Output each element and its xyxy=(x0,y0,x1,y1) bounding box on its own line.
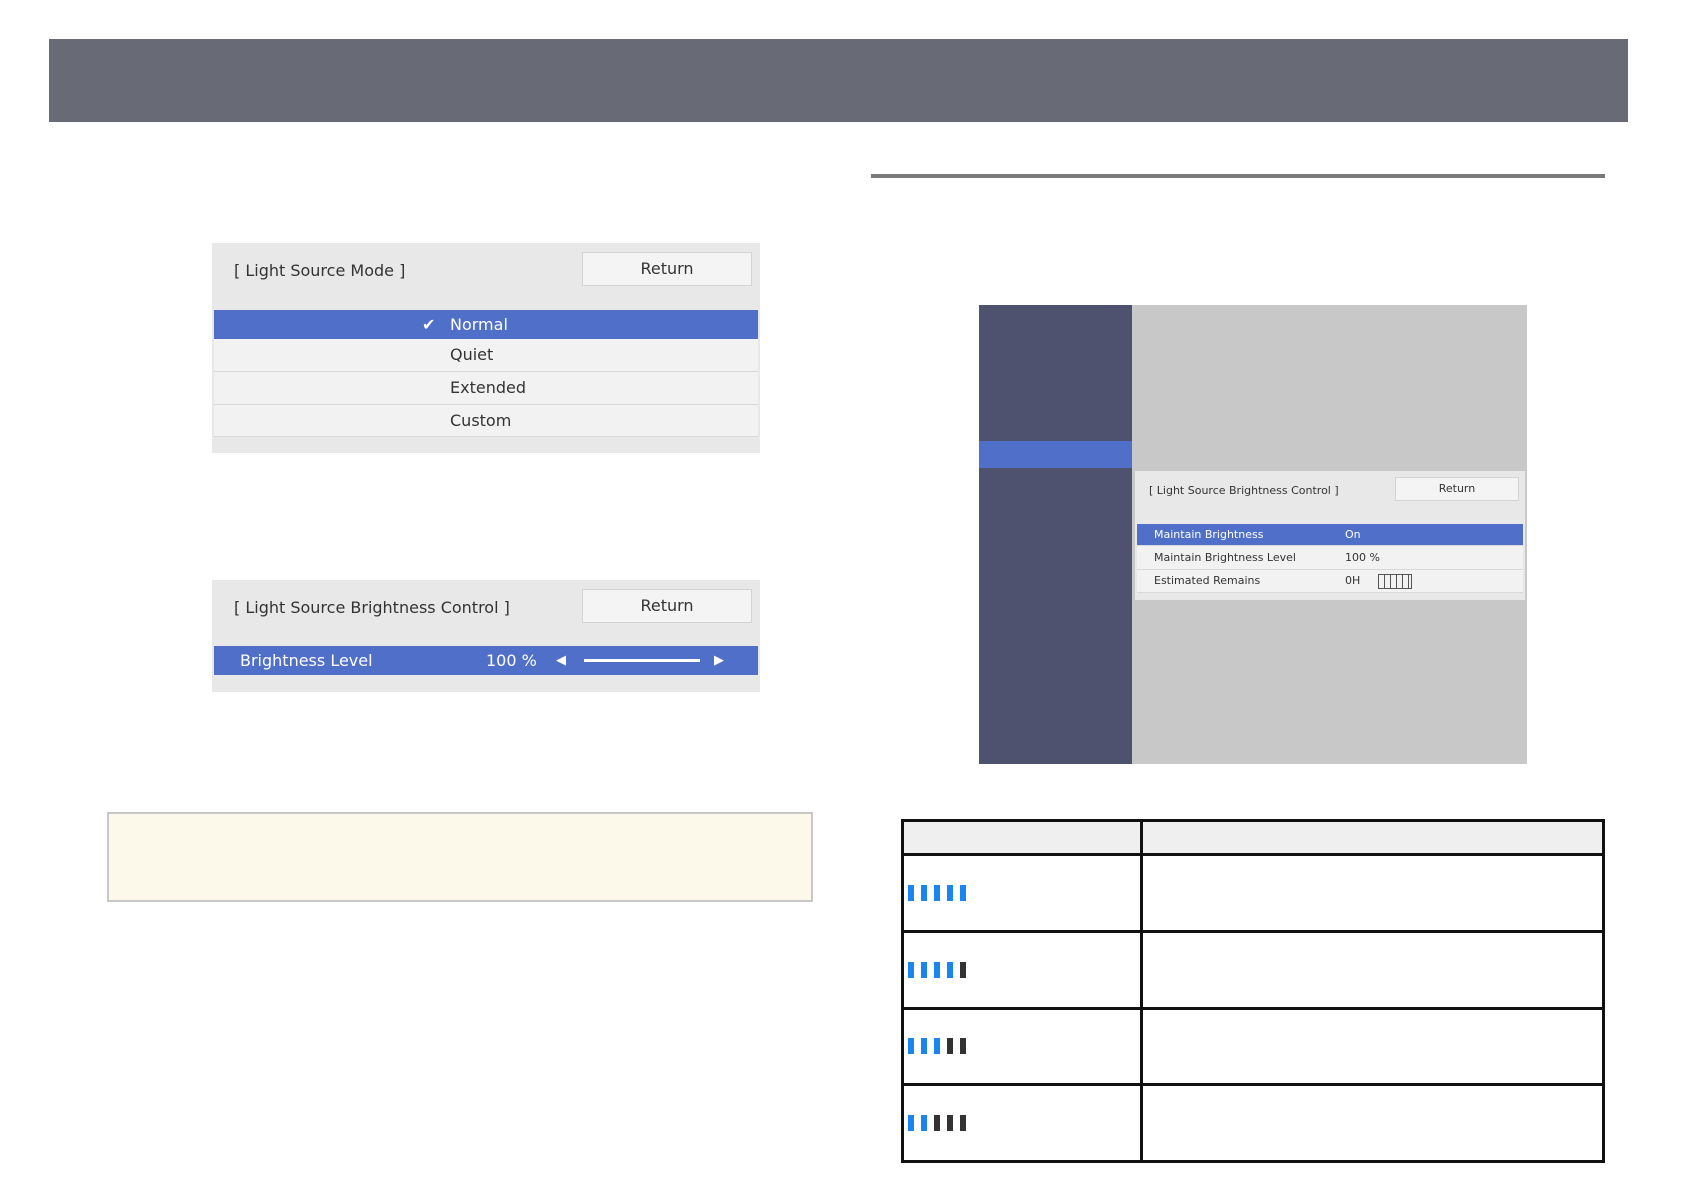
bar-segment xyxy=(960,1115,966,1132)
bar-segment xyxy=(934,1115,940,1132)
brightness-level-row[interactable]: Brightness Level 100 % ◀ ▶ xyxy=(214,646,758,675)
brightness-value: 100 % xyxy=(486,651,537,670)
bar-segment xyxy=(947,885,953,902)
indicator-cell xyxy=(901,929,1143,1010)
bar-segment xyxy=(921,885,927,902)
bar-segment xyxy=(908,1038,914,1055)
remains-bars-icon xyxy=(908,1115,1140,1132)
option-label: Quiet xyxy=(450,345,494,364)
arrow-right-icon[interactable]: ▶ xyxy=(714,646,724,675)
bar-segment xyxy=(908,1115,914,1132)
panel-title: [ Light Source Mode ] xyxy=(234,261,406,280)
maintain-brightness-row[interactable]: Maintain Brightness On xyxy=(1137,524,1523,546)
light-source-mode-panel: [ Light Source Mode ] Return ✔ Normal Qui… xyxy=(212,243,760,453)
table-row xyxy=(901,929,1605,1010)
description-cell xyxy=(1140,1006,1605,1087)
bar-segment xyxy=(921,1115,927,1132)
description-cell xyxy=(1140,1083,1605,1163)
return-button[interactable]: Return xyxy=(582,589,752,623)
table-row xyxy=(901,1006,1605,1087)
bar-segment xyxy=(947,1115,953,1132)
bar-segment xyxy=(921,1038,927,1055)
check-icon: ✔ xyxy=(422,315,436,334)
bar-segment xyxy=(947,1038,953,1055)
row-value: 100 % xyxy=(1345,551,1380,564)
remains-indicator-table xyxy=(901,818,1605,1163)
row-label: Brightness Level xyxy=(240,651,373,670)
return-button[interactable]: Return xyxy=(1395,477,1519,501)
option-quiet[interactable]: Quiet xyxy=(214,339,758,372)
bar-segment xyxy=(934,961,940,978)
bar-segment xyxy=(921,961,927,978)
table-header-cell xyxy=(901,818,1143,857)
note-box xyxy=(107,812,813,902)
row-value: On xyxy=(1345,528,1361,541)
option-normal[interactable]: ✔ Normal xyxy=(214,310,758,340)
bar-segment xyxy=(947,961,953,978)
row-label: Estimated Remains xyxy=(1154,574,1261,587)
description-cell xyxy=(1140,929,1605,1010)
row-label: Maintain Brightness xyxy=(1154,528,1264,541)
remaining-gauge-icon xyxy=(1378,574,1412,589)
bar-segment xyxy=(960,885,966,902)
remains-bars-icon xyxy=(908,1038,1140,1055)
bar-segment xyxy=(960,961,966,978)
row-label: Maintain Brightness Level xyxy=(1154,551,1296,564)
maintain-brightness-level-row[interactable]: Maintain Brightness Level 100 % xyxy=(1137,546,1523,570)
brightness-slider[interactable] xyxy=(584,659,700,662)
option-extended[interactable]: Extended xyxy=(214,372,758,405)
table-row xyxy=(901,853,1605,933)
header-banner xyxy=(49,39,1628,122)
brightness-control-submenu: [ Light Source Brightness Control ] Retu… xyxy=(1135,471,1525,600)
menu-sidebar xyxy=(979,305,1132,764)
bar-segment xyxy=(908,961,914,978)
row-value: 0H xyxy=(1345,574,1361,587)
bar-segment xyxy=(934,885,940,902)
bar-segment xyxy=(934,1038,940,1055)
table-header-cell xyxy=(1140,818,1605,857)
return-button[interactable]: Return xyxy=(582,252,752,286)
brightness-control-panel: [ Light Source Brightness Control ] Retu… xyxy=(212,580,760,692)
sidebar-selected-item[interactable] xyxy=(979,441,1132,468)
estimated-remains-row: Estimated Remains 0H xyxy=(1137,570,1523,593)
description-cell xyxy=(1140,853,1605,933)
bar-segment xyxy=(908,885,914,902)
panel-title: [ Light Source Brightness Control ] xyxy=(234,598,510,617)
option-custom[interactable]: Custom xyxy=(214,405,758,437)
menu-screenshot: [ Light Source Brightness Control ] Retu… xyxy=(979,305,1527,764)
remains-bars-icon xyxy=(908,961,1140,978)
section-rule xyxy=(871,174,1605,178)
indicator-cell xyxy=(901,853,1143,933)
panel-title: [ Light Source Brightness Control ] xyxy=(1149,484,1339,497)
option-label: Normal xyxy=(450,315,508,334)
arrow-left-icon[interactable]: ◀ xyxy=(556,646,566,675)
option-label: Extended xyxy=(450,378,526,397)
option-label: Custom xyxy=(450,411,512,430)
indicator-cell xyxy=(901,1006,1143,1087)
bar-segment xyxy=(960,1038,966,1055)
table-row xyxy=(901,1083,1605,1163)
remains-bars-icon xyxy=(908,885,1140,902)
indicator-cell xyxy=(901,1083,1143,1163)
